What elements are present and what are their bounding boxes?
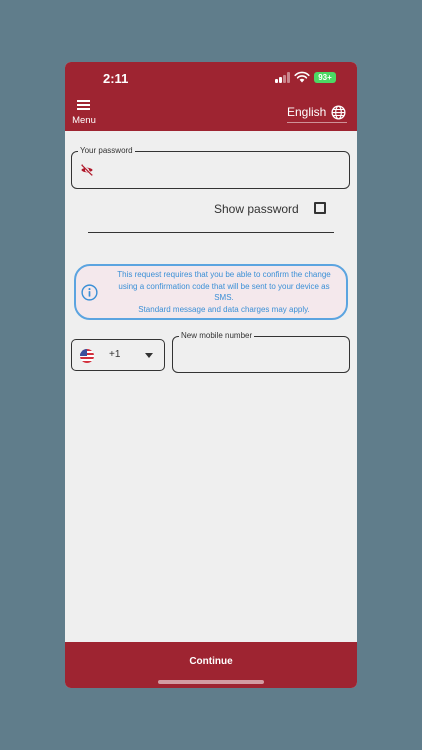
- hamburger-menu-icon: [77, 100, 90, 110]
- us-flag-icon: [80, 349, 94, 363]
- password-input[interactable]: [102, 156, 342, 184]
- globe-icon: [331, 105, 346, 120]
- cellular-signal-icon: [275, 72, 291, 83]
- mobile-number-label: New mobile number: [179, 331, 255, 341]
- language-selector[interactable]: English: [287, 102, 351, 124]
- info-line: Standard message and data charges may ap…: [138, 304, 310, 314]
- language-underline: [287, 122, 347, 123]
- battery-icon: 93+: [314, 72, 336, 83]
- password-label: Your password: [78, 146, 135, 156]
- country-code: +1: [109, 349, 121, 360]
- status-time: 2:11: [103, 71, 129, 86]
- menu-label: Menu: [72, 115, 96, 126]
- status-bar: 2:11 93+: [65, 62, 357, 94]
- info-icon: [81, 284, 98, 301]
- phone-screen: 2:11 93+ Menu English Your password Show…: [65, 62, 357, 688]
- menu-button[interactable]: Menu: [70, 98, 98, 128]
- wifi-icon: [294, 71, 310, 83]
- show-password-label: Show password: [214, 202, 299, 216]
- divider: [88, 232, 334, 233]
- mobile-number-input[interactable]: [181, 343, 341, 367]
- continue-button[interactable]: Continue: [65, 642, 357, 688]
- continue-label: Continue: [189, 656, 233, 667]
- mobile-number-field: New mobile number: [172, 331, 350, 373]
- show-password-checkbox[interactable]: [314, 202, 326, 214]
- password-field: Your password: [71, 146, 350, 189]
- app-bar: Menu English: [65, 94, 357, 131]
- info-line: using a confirmation code that will be s…: [118, 281, 330, 291]
- sms-info-banner: This request requires that you be able t…: [74, 264, 348, 320]
- info-line: This request requires that you be able t…: [117, 270, 331, 279]
- eye-slash-icon[interactable]: [80, 163, 94, 177]
- country-code-selector[interactable]: +1: [71, 339, 165, 371]
- chevron-down-icon: [145, 353, 153, 358]
- info-line: SMS.: [214, 293, 234, 302]
- language-label: English: [287, 105, 327, 119]
- info-text: This request requires that you be able t…: [102, 269, 346, 315]
- home-indicator: [158, 680, 264, 684]
